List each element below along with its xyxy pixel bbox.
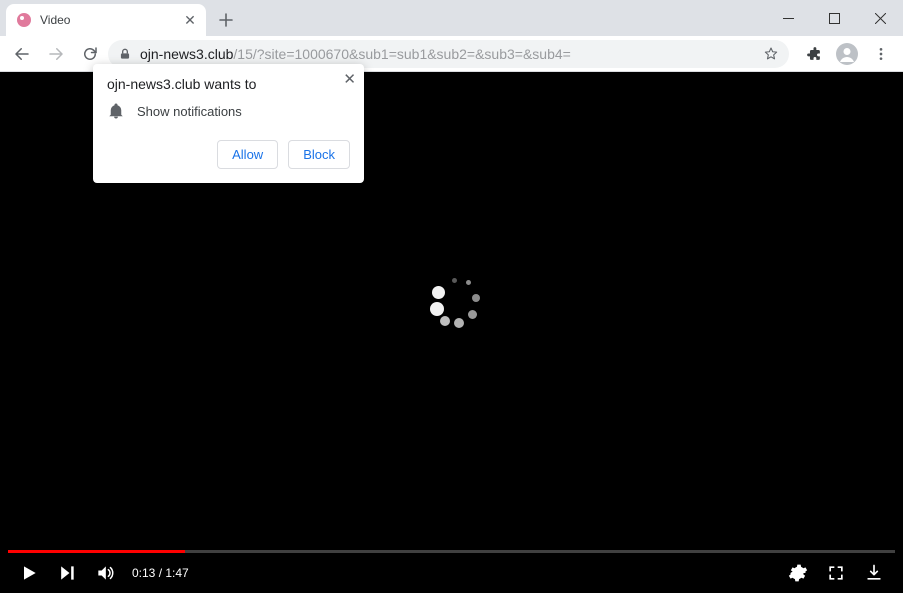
- gear-icon: [788, 563, 808, 583]
- loading-spinner-icon: [422, 276, 482, 336]
- arrow-right-icon: [47, 45, 65, 63]
- close-icon: [875, 13, 886, 24]
- kebab-icon: [873, 46, 889, 62]
- window-maximize-button[interactable]: [811, 3, 857, 33]
- permission-allow-button[interactable]: Allow: [217, 140, 278, 169]
- fullscreen-button[interactable]: [821, 558, 851, 588]
- video-current-time: 0:13: [132, 566, 155, 580]
- play-button[interactable]: [14, 558, 44, 588]
- window-minimize-button[interactable]: [765, 3, 811, 33]
- tab-close-button[interactable]: ✕: [182, 12, 198, 28]
- window-controls: [765, 0, 903, 36]
- new-tab-button[interactable]: [212, 6, 240, 34]
- window-close-button[interactable]: [857, 3, 903, 33]
- nav-back-button[interactable]: [6, 38, 38, 70]
- puzzle-icon: [805, 45, 822, 62]
- account-icon: [835, 42, 859, 66]
- address-url: ojn-news3.club/15/?site=1000670&sub1=sub…: [140, 46, 571, 62]
- download-button[interactable]: [859, 558, 889, 588]
- video-time: 0:13 / 1:47: [132, 566, 189, 580]
- skip-next-icon: [57, 563, 77, 583]
- maximize-icon: [829, 13, 840, 24]
- play-icon: [19, 563, 39, 583]
- video-controls: 0:13 / 1:47: [0, 553, 903, 593]
- extensions-button[interactable]: [797, 38, 829, 70]
- plus-icon: [219, 13, 233, 27]
- permission-close-button[interactable]: ✕: [343, 70, 356, 88]
- next-button[interactable]: [52, 558, 82, 588]
- download-icon: [864, 563, 884, 583]
- fullscreen-icon: [826, 563, 846, 583]
- notification-permission-prompt: ✕ ojn-news3.club wants to Show notificat…: [93, 64, 364, 183]
- tab-favicon-icon: [16, 12, 32, 28]
- permission-block-button[interactable]: Block: [288, 140, 350, 169]
- permission-headline: ojn-news3.club wants to: [107, 76, 350, 92]
- browser-tab[interactable]: Video ✕: [6, 4, 206, 36]
- minimize-icon: [783, 13, 794, 24]
- volume-button[interactable]: [90, 558, 120, 588]
- nav-forward-button[interactable]: [40, 38, 72, 70]
- star-icon[interactable]: [763, 46, 779, 62]
- address-host: ojn-news3.club: [140, 46, 233, 62]
- tab-title: Video: [40, 13, 182, 27]
- video-duration: 1:47: [165, 566, 188, 580]
- volume-icon: [95, 563, 115, 583]
- permission-request-label: Show notifications: [137, 104, 242, 119]
- lock-icon: [118, 47, 132, 61]
- window-titlebar: Video ✕: [0, 0, 903, 36]
- arrow-left-icon: [13, 45, 31, 63]
- settings-button[interactable]: [783, 558, 813, 588]
- browser-menu-button[interactable]: [865, 38, 897, 70]
- bell-icon: [107, 102, 125, 120]
- address-path: /15/?site=1000670&sub1=sub1&sub2=&sub3=&…: [233, 46, 570, 62]
- reload-icon: [81, 45, 99, 63]
- profile-button[interactable]: [831, 38, 863, 70]
